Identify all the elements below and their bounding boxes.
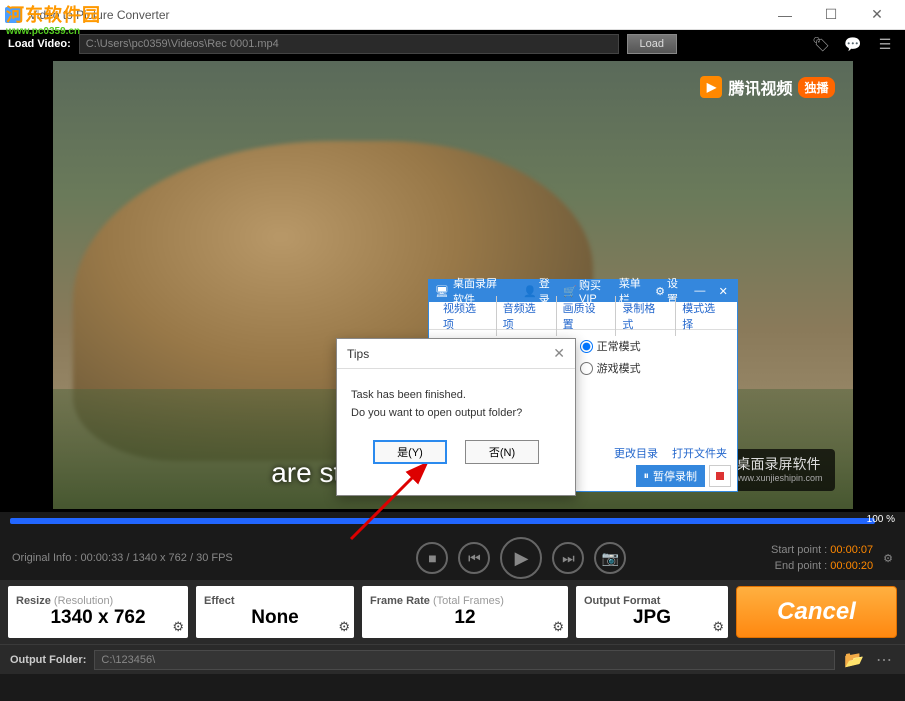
minimize-button[interactable]: — (762, 0, 808, 30)
framerate-card[interactable]: Frame Rate (Total Frames) 12 ⚙ (362, 586, 568, 638)
chat-icon[interactable]: 💬 (841, 32, 865, 56)
video-preview-area: ▶ 腾讯视频 独播 依然相当娇弱 are still extremely vul… (0, 58, 905, 512)
tips-no-button[interactable]: 否(N) (465, 440, 539, 464)
export-settings-row: Resize (Resolution) 1340 x 762 ⚙ Effect … (0, 580, 905, 644)
play-button[interactable]: ▶ (500, 537, 542, 579)
format-card[interactable]: Output Format JPG ⚙ (576, 586, 728, 638)
tencent-video-logo: ▶ 腾讯视频 独播 (700, 75, 834, 99)
points-gear-icon[interactable]: ⚙ (883, 552, 893, 565)
load-toolbar: Load Video: Load 🏷 💬 ☰ (0, 30, 905, 58)
output-folder-input[interactable] (94, 650, 835, 670)
original-info: Original Info : 00:00:33 / 1340 x 762 / … (12, 552, 272, 564)
progress-bar[interactable] (10, 518, 875, 524)
app-title: Video to Picture Converter (29, 8, 762, 22)
video-path-input[interactable] (79, 34, 619, 54)
window-titlebar: Video to Picture Converter — ☐ ✕ (0, 0, 905, 30)
prev-button[interactable]: ⏮ (458, 542, 490, 574)
resize-card[interactable]: Resize (Resolution) 1340 x 762 ⚙ (8, 586, 188, 638)
resize-gear-icon[interactable]: ⚙ (172, 619, 184, 635)
tips-message: Task has been finished. Do you want to o… (337, 369, 575, 440)
recorder-pause-button[interactable]: ⏸ 暂停录制 (636, 465, 706, 487)
play-triangle-icon: ▶ (700, 76, 722, 98)
format-gear-icon[interactable]: ⚙ (712, 619, 724, 635)
output-folder-row: Output Folder: 📂 ⋯ (0, 644, 905, 674)
tab-video-opts[interactable]: 视频选项 (437, 296, 490, 336)
tab-format[interactable]: 录制格式 (615, 296, 669, 336)
effect-card[interactable]: Effect None ⚙ (196, 586, 354, 638)
cancel-button[interactable]: Cancel (736, 586, 897, 638)
tag-icon[interactable]: 🏷 (809, 32, 833, 56)
recorder-watermark: 桌面录屏软件 www.xunjieshipin.com (722, 449, 834, 491)
tips-close-icon[interactable]: ✕ (553, 345, 565, 362)
browse-folder-icon[interactable]: ⋯ (873, 650, 895, 670)
stop-button[interactable]: ■ (416, 542, 448, 574)
recorder-tabs: 视频选项 音频选项 画质设置 录制格式 模式选择 (429, 302, 737, 330)
tips-title-text: Tips (347, 347, 369, 361)
tab-audio-opts[interactable]: 音频选项 (496, 296, 550, 336)
effect-gear-icon[interactable]: ⚙ (338, 619, 350, 635)
trim-points: Start point : 00:00:07 End point : 00:00… (771, 542, 873, 575)
opt-normal-mode[interactable]: 正常模式 (580, 338, 641, 354)
load-button[interactable]: Load (627, 34, 677, 54)
maximize-button[interactable]: ☐ (808, 0, 854, 30)
opt-game-mode[interactable]: 游戏模式 (580, 360, 641, 376)
progress-percent: 100 % (867, 514, 895, 525)
recorder-stop-button[interactable] (709, 465, 731, 487)
output-folder-label: Output Folder: (10, 654, 86, 666)
tab-mode[interactable]: 模式选择 (675, 296, 729, 336)
open-folder-icon[interactable]: 📂 (843, 650, 865, 670)
playback-controls: Original Info : 00:00:33 / 1340 x 762 / … (0, 536, 905, 580)
snapshot-button[interactable]: 📷 (594, 542, 626, 574)
load-video-label: Load Video: (8, 38, 71, 50)
framerate-gear-icon[interactable]: ⚙ (552, 619, 564, 635)
next-button[interactable]: ⏭ (552, 542, 584, 574)
tips-dialog: Tips ✕ Task has been finished. Do you wa… (336, 338, 576, 496)
recorder-open-dir[interactable]: 打开文件夹 (672, 445, 727, 461)
tips-yes-button[interactable]: 是(Y) (373, 440, 447, 464)
tab-quality[interactable]: 画质设置 (556, 296, 610, 336)
progress-area: 100 % (0, 512, 905, 536)
list-icon[interactable]: ☰ (873, 32, 897, 56)
recorder-change-dir[interactable]: 更改目录 (614, 445, 658, 461)
close-button[interactable]: ✕ (854, 0, 900, 30)
app-icon (5, 7, 21, 23)
